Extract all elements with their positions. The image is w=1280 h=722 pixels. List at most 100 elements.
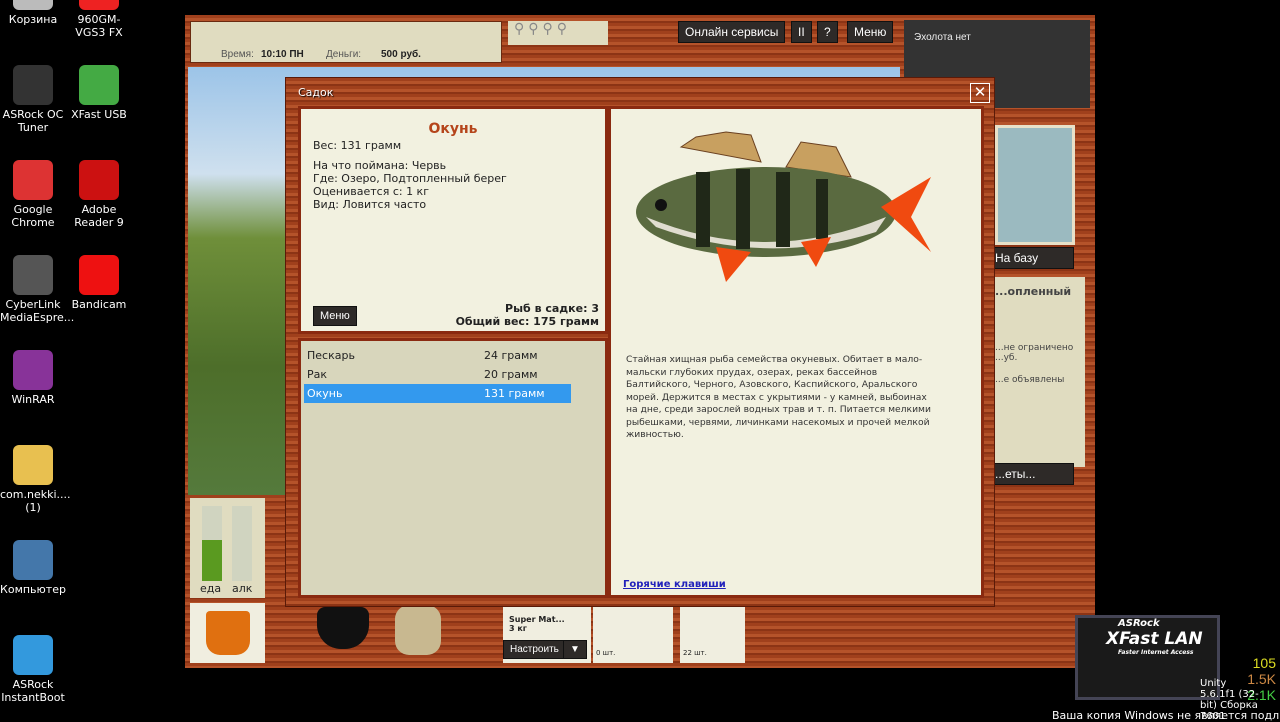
app-icon — [79, 0, 119, 10]
time-label: Время: — [221, 49, 254, 60]
dropdown-button[interactable]: ▼ — [563, 640, 587, 659]
keepnet-dialog: Садок ✕ Окунь Вес: 131 грамм На что пойм… — [285, 77, 995, 607]
fish-count: Рыб в садке: 3 — [505, 302, 599, 315]
windows-watermark: Ваша копия Windows не является подлинной — [1052, 709, 1280, 722]
perch-fish-image — [636, 131, 931, 282]
desktop-icon-label: CyberLink MediaEspre... — [0, 298, 75, 324]
fish-rated: Оценивается с: 1 кг — [313, 185, 429, 198]
bait-name: Super Mat... — [509, 615, 565, 624]
location-name: ...опленный — [995, 285, 1072, 298]
catch-list: Пескарь 24 грамм Рак 20 грамм Окунь 131 грамм — [298, 338, 608, 598]
desktop-icon-label: ASRock OC Tuner — [2, 108, 64, 134]
hook-count: 0 шт. — [596, 649, 616, 657]
desktop-icon[interactable]: Bandicam — [66, 255, 132, 311]
setup-button[interactable]: Настроить — [503, 640, 566, 659]
total-weight: Общий вес: 175 грамм — [455, 315, 599, 328]
food-meter — [202, 506, 222, 581]
xfast-brand: ASRock — [1118, 618, 1160, 629]
fish-info-panel: Окунь Вес: 131 грамм На что поймана: Чер… — [298, 106, 608, 334]
food-label: еда — [200, 582, 222, 595]
desktop-icon-label: com.nekki.... (1) — [0, 488, 71, 514]
pause-button[interactable]: II — [791, 21, 812, 43]
desktop-icon-label: WinRAR — [11, 393, 55, 406]
app-icon — [13, 350, 53, 390]
catch-name: Рак — [307, 368, 328, 381]
alcohol-label: алк — [232, 582, 253, 595]
hook-slot[interactable]: 0 шт. — [593, 607, 673, 663]
line-spool-icon[interactable] — [395, 605, 441, 655]
hotkeys-link[interactable]: Горячие клавиши — [623, 579, 726, 590]
dialog-menu-button[interactable]: Меню — [313, 306, 357, 326]
desktop-icon[interactable]: com.nekki.... (1) — [0, 445, 71, 514]
catch-name: Пескарь — [307, 349, 355, 362]
xfast-lan-widget[interactable]: ASRock XFast LAN Faster Internet Access — [1075, 615, 1220, 700]
desktop-icon[interactable]: Корзина — [0, 0, 66, 26]
desktop-icon-label: Adobe Reader 9 — [74, 203, 124, 229]
desktop-icon-label: Корзина — [8, 13, 58, 26]
app-icon — [13, 65, 53, 105]
food-pot-icon[interactable] — [317, 607, 369, 649]
desktop-icon-label: Google Chrome — [11, 203, 55, 229]
app-icon — [13, 160, 53, 200]
catch-row[interactable]: Окунь 131 грамм — [304, 384, 571, 403]
desktop-icon[interactable]: WinRAR — [0, 350, 66, 406]
app-icon — [13, 635, 53, 675]
worm-count: 22 шт. — [683, 649, 707, 657]
app-icon — [79, 255, 119, 295]
location-line: ...уб. — [995, 353, 1018, 363]
xfast-title: XFast LAN — [1106, 629, 1203, 649]
desktop-icon[interactable]: ASRock OC Tuner — [0, 65, 66, 134]
status-panel: Время: 10:10 ПН Деньги: 500 руб. — [190, 21, 502, 63]
desktop-icon[interactable]: ASRock InstantBoot — [0, 635, 66, 704]
fish-weight: Вес: 131 грамм — [313, 139, 402, 152]
app-icon — [13, 255, 53, 295]
location-line: ...не ограничено — [995, 343, 1074, 353]
close-button[interactable]: ✕ — [970, 83, 990, 103]
desktop-icon-label: Компьютер — [0, 583, 66, 596]
app-icon — [79, 160, 119, 200]
desktop-icon-label: Bandicam — [71, 298, 127, 311]
catch-row[interactable]: Пескарь 24 грамм — [304, 346, 571, 365]
desktop-icon[interactable]: CyberLink MediaEspre... — [0, 255, 75, 324]
location-line: ...е объявлены — [995, 375, 1065, 385]
help-button[interactable]: ? — [817, 21, 838, 43]
reel-icons: ⚲⚲⚲⚲ — [508, 21, 608, 45]
more-button[interactable]: ...еты... — [988, 463, 1074, 485]
money-label: Деньги: — [326, 49, 362, 60]
catch-weight: 20 грамм — [484, 368, 538, 381]
alcohol-meter — [232, 506, 252, 581]
location-panel: ...опленный ...не ограничено ...уб. ...е… — [995, 277, 1085, 467]
worm-slot[interactable]: 22 шт. — [680, 607, 745, 663]
desktop-icon[interactable]: Adobe Reader 9 — [66, 160, 132, 229]
xfast-subtitle: Faster Internet Access — [1118, 649, 1194, 656]
bait-weight: 3 кг — [509, 624, 527, 633]
catch-row[interactable]: Рак 20 грамм — [304, 365, 571, 384]
menu-button[interactable]: Меню — [847, 21, 894, 43]
online-services-button[interactable]: Онлайн сервисы — [678, 21, 786, 43]
app-icon — [13, 0, 53, 10]
desktop-icon[interactable]: Компьютер — [0, 540, 66, 596]
fish-bait: На что поймана: Червь — [313, 159, 447, 172]
fish-name: Окунь — [428, 121, 478, 137]
catch-weight: 24 грамм — [484, 349, 538, 362]
desktop-icon-label: XFast USB — [71, 108, 127, 121]
fish-location: Где: Озеро, Подтопленный берег — [313, 172, 507, 185]
gauge-value-1: 105 — [1252, 655, 1276, 671]
fish-kind: Вид: Ловится часто — [313, 198, 427, 211]
time-value: 10:10 ПН — [261, 49, 304, 60]
desktop-icon[interactable]: 960GM-VGS3 FX — [66, 0, 132, 39]
dialog-title: Садок — [298, 86, 334, 99]
desktop-icon[interactable]: Google Chrome — [0, 160, 66, 229]
desktop-icon[interactable]: XFast USB — [66, 65, 132, 121]
meters-panel: еда алк — [190, 498, 265, 598]
fish-description-panel: Стайная хищная рыба семейства окуневых. … — [608, 106, 984, 598]
desktop-icon-label: 960GM-VGS3 FX — [75, 13, 123, 39]
desktop-icon-label: ASRock InstantBoot — [1, 678, 65, 704]
app-icon — [79, 65, 119, 105]
app-icon — [13, 540, 53, 580]
map-thumbnail — [995, 125, 1075, 245]
catch-name: Окунь — [307, 387, 343, 400]
fish-description: Стайная хищная рыба семейства окуневых. … — [626, 354, 931, 440]
to-base-button[interactable]: На базу — [988, 247, 1074, 269]
bucket-icon[interactable] — [190, 603, 265, 663]
